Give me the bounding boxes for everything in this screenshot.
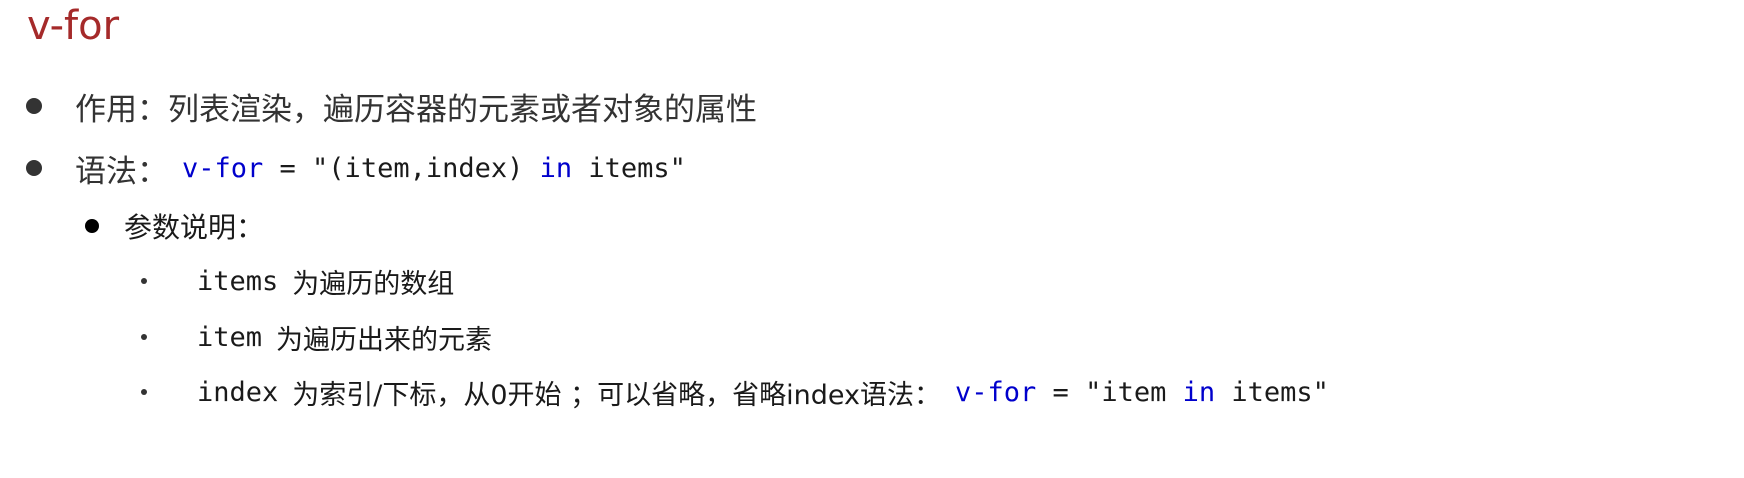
params-label: 参数说明： bbox=[124, 211, 265, 244]
index-syntax-code-part: = "item bbox=[1036, 376, 1183, 408]
bullet-effect: 作用：列表渲染，遍历容器的元素或者对象的属性 bbox=[26, 86, 757, 128]
bullet-syntax: 语法： v-for = "(item,index) in items" bbox=[26, 148, 686, 190]
bullet-items: items 为遍历的数组 bbox=[141, 263, 455, 300]
syntax-keyword: v-for bbox=[182, 152, 264, 184]
bullet-dot-icon bbox=[141, 389, 147, 395]
bullet-params: 参数说明： bbox=[85, 208, 264, 244]
index-syntax-code-part: items" bbox=[1215, 376, 1329, 408]
effect-text: 作用：列表渲染，遍历容器的元素或者对象的属性 bbox=[75, 91, 757, 128]
index-syntax-keyword: v-for bbox=[955, 376, 1037, 408]
syntax-code-part: items" bbox=[572, 152, 686, 184]
syntax-label: 语法： bbox=[75, 153, 168, 190]
items-desc: 为遍历的数组 bbox=[292, 268, 455, 300]
bullet-item: item 为遍历出来的元素 bbox=[141, 319, 493, 356]
bullet-dot-icon bbox=[141, 278, 147, 284]
item-code: item bbox=[197, 321, 263, 353]
index-code: index bbox=[197, 376, 279, 408]
index-desc: 为索引/下标，从0开始 ；可以省略，省略index语法： bbox=[292, 379, 942, 411]
syntax-keyword-in: in bbox=[539, 152, 573, 184]
syntax-code-part: = "(item,index) bbox=[263, 152, 540, 184]
items-code: items bbox=[197, 265, 279, 297]
bullet-dot-icon bbox=[85, 219, 99, 233]
bullet-index: index 为索引/下标，从0开始 ；可以省略，省略index语法： v-for… bbox=[141, 374, 1329, 411]
bullet-dot-icon bbox=[141, 334, 147, 340]
item-desc: 为遍历出来的元素 bbox=[276, 324, 493, 356]
syntax-code: v-for = "(item,index) in items" bbox=[182, 153, 686, 184]
bullet-dot-icon bbox=[26, 160, 42, 176]
index-syntax-code: v-for = "item in items" bbox=[955, 377, 1329, 408]
page-title: v-for bbox=[27, 3, 120, 49]
bullet-dot-icon bbox=[26, 98, 42, 114]
index-syntax-keyword-in: in bbox=[1182, 376, 1216, 408]
